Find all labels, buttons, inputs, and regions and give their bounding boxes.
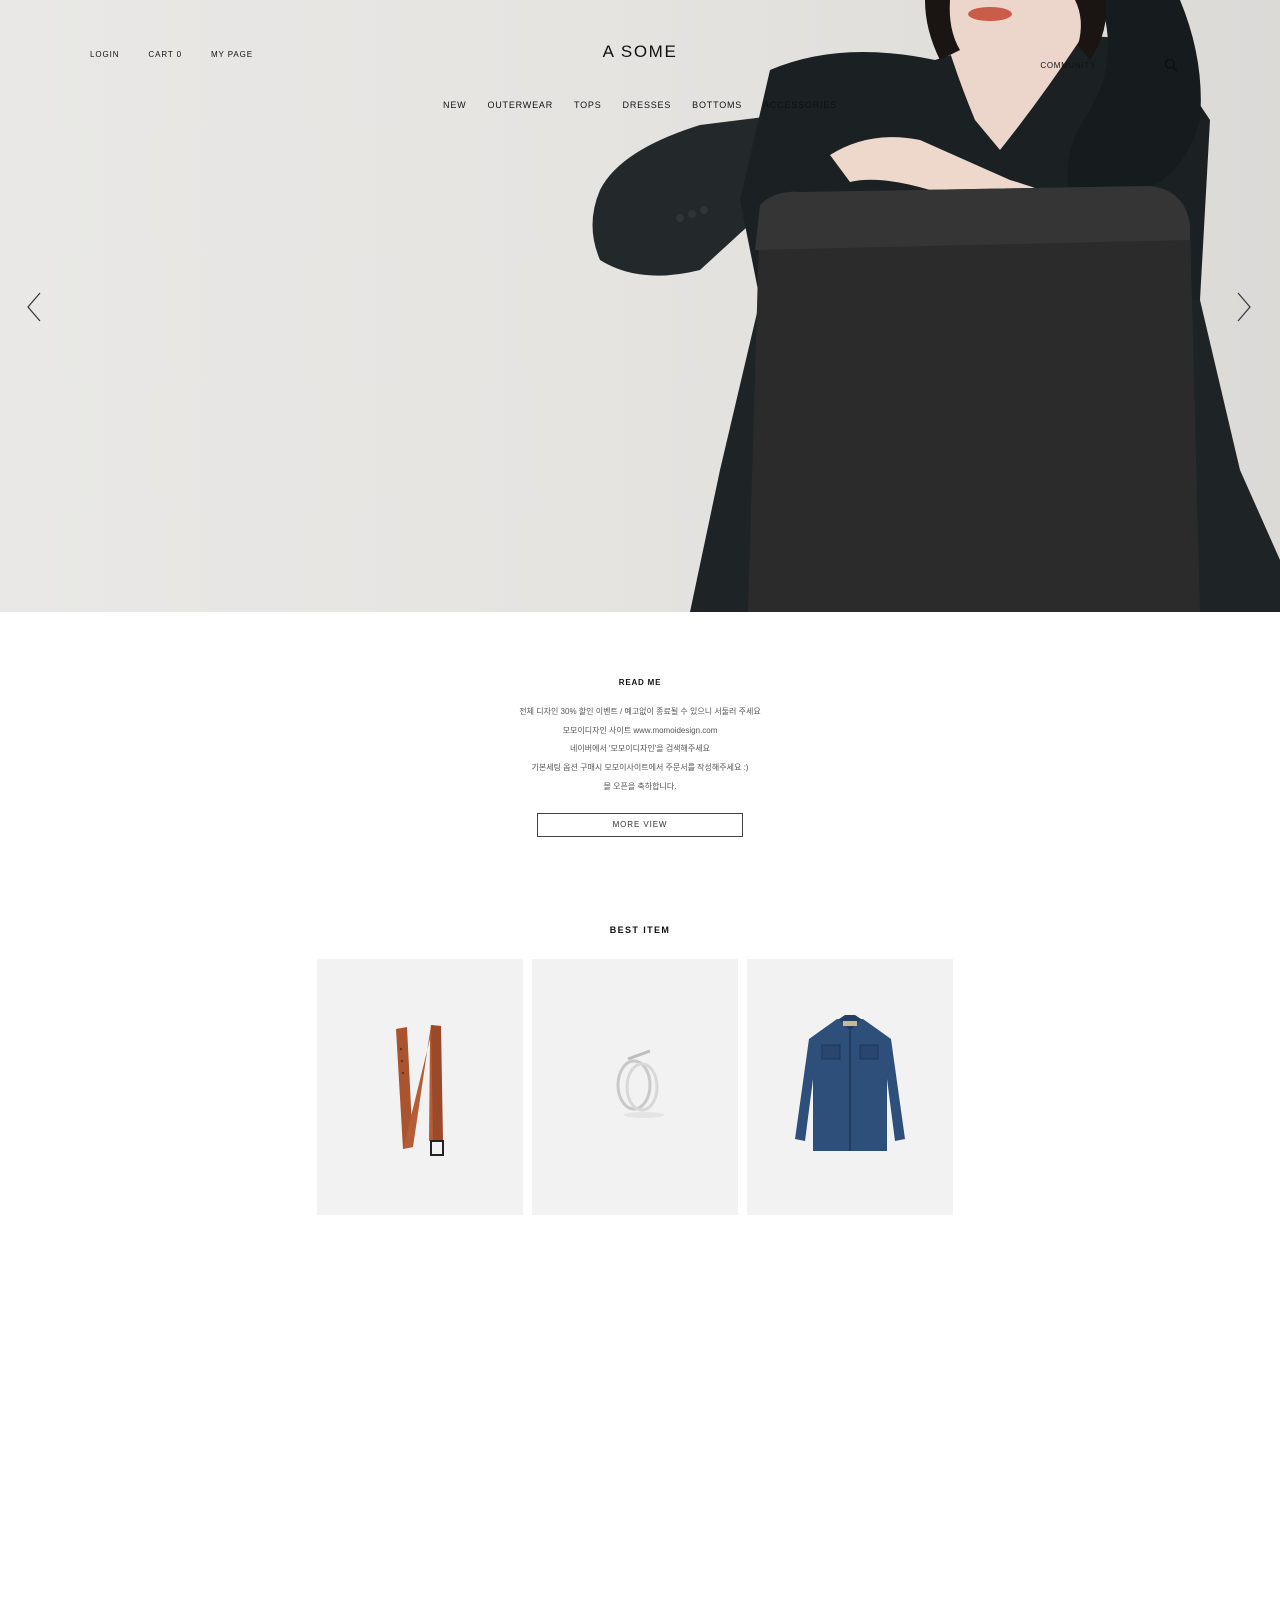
main-nav: NEW OUTERWEAR TOPS DRESSES BOTTOMS ACCES… — [0, 100, 1280, 110]
utility-links: COMMUNITY — [1040, 58, 1178, 72]
denim-shirt-image — [795, 1015, 905, 1151]
readme-line: 모모이디자인 사이트 www.momoidesign.com — [562, 725, 718, 735]
nav-item-tops[interactable]: TOPS — [574, 100, 602, 110]
product-card-belt[interactable] — [317, 959, 523, 1215]
chevron-left-icon[interactable] — [26, 292, 42, 322]
nav-item-bottoms[interactable]: BOTTOMS — [692, 100, 742, 110]
readme-title: READ ME — [618, 678, 662, 687]
belt-image — [396, 1025, 444, 1156]
product-card-ring[interactable] — [532, 959, 738, 1215]
nav-item-accessories[interactable]: ACCESSORIES — [763, 100, 837, 110]
nav-item-outerwear[interactable]: OUTERWEAR — [487, 100, 553, 110]
search-icon[interactable] — [1164, 58, 1178, 72]
readme-line: 몰 오픈을 축하합니다. — [603, 781, 677, 791]
best-item-title: BEST ITEM — [609, 925, 671, 935]
readme-line: 네이버에서 '모모이디자인'을 검색해주세요 — [570, 744, 710, 754]
nav-item-new[interactable]: NEW — [443, 100, 466, 110]
chevron-right-icon[interactable] — [1236, 292, 1252, 322]
nav-item-dresses[interactable]: DRESSES — [623, 100, 672, 110]
hero-photo — [592, 0, 1280, 612]
readme-line: 전체 디자인 30% 할인 이벤트 / 예고없이 종료될 수 있으니 서둘러 주… — [519, 707, 761, 716]
product-card-denim-shirt[interactable] — [747, 959, 953, 1215]
ring-image — [616, 1049, 664, 1118]
readme-line: 기본세팅 옵션 구매시 모모이사이트에서 주문서를 작성해주세요 :) — [531, 763, 749, 773]
readme-text: 전체 디자인 30% 할인 이벤트 / 예고없이 종료될 수 있으니 서둘러 주… — [0, 703, 1280, 797]
hero-banner[interactable]: LOGIN CART 0 MY PAGE A SOME COMMUNITY NE… — [0, 0, 1280, 612]
readme-section: READ ME 전체 디자인 30% 할인 이벤트 / 예고없이 종료될 수 있… — [0, 678, 1280, 837]
community-link[interactable]: COMMUNITY — [1040, 61, 1096, 70]
best-item-grid — [317, 959, 953, 1215]
more-view-button[interactable]: MORE VIEW — [537, 812, 743, 837]
